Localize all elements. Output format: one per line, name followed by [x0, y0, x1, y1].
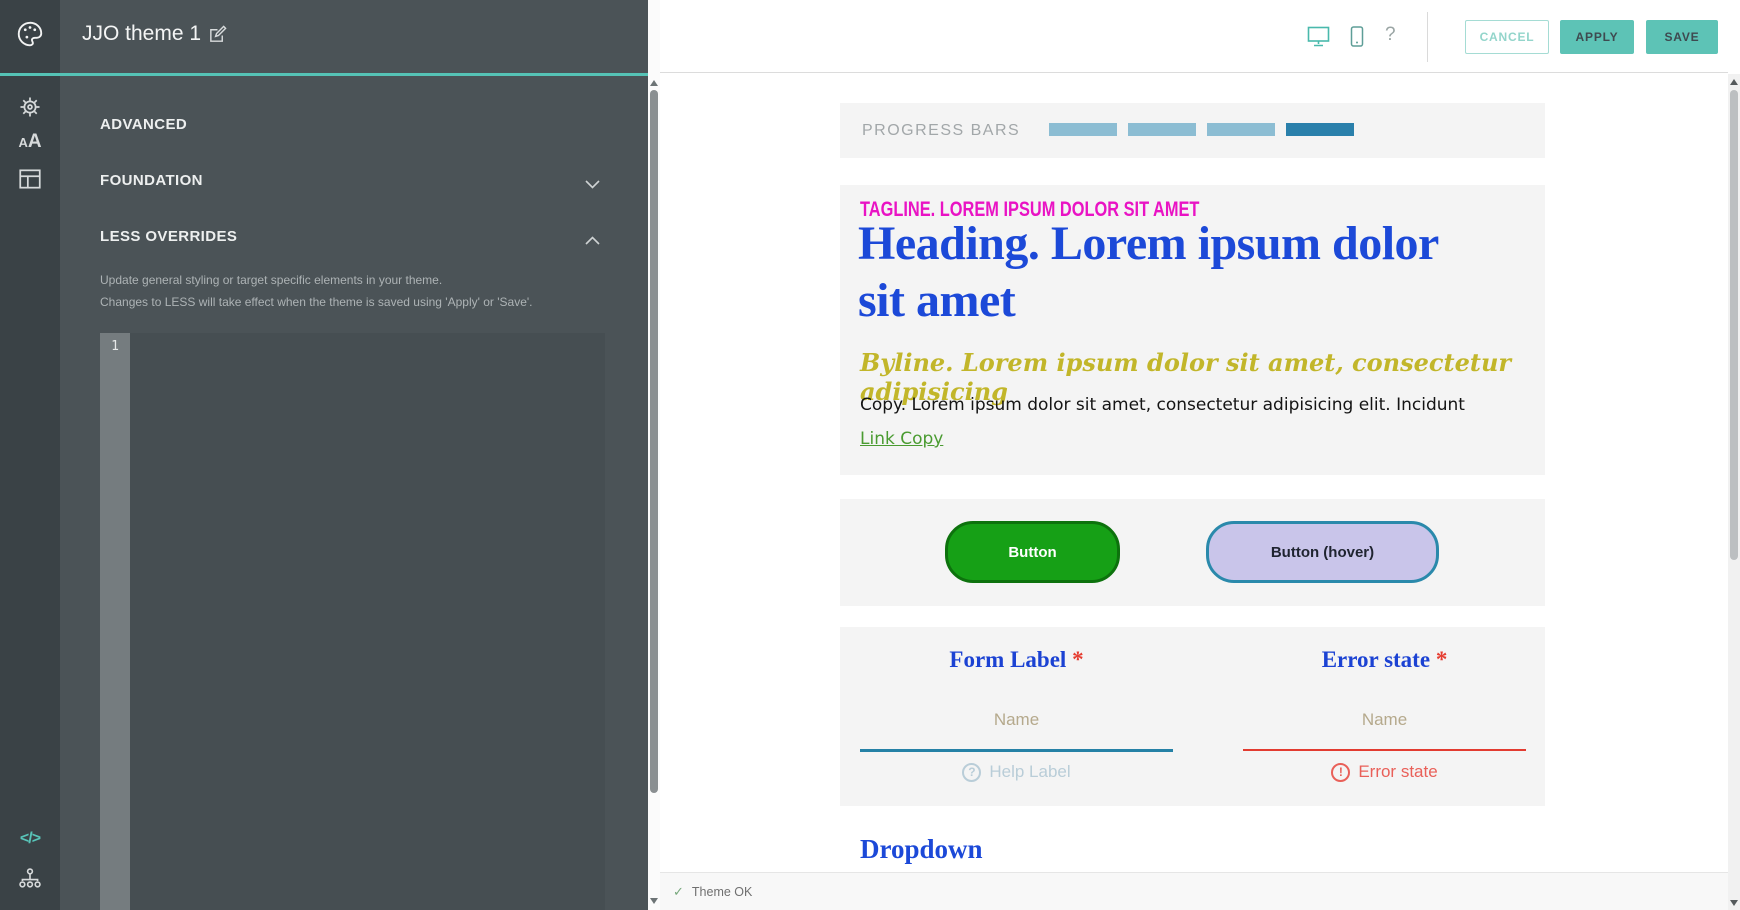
form-label-text: Form Label: [949, 647, 1066, 672]
error-row: ! Error state: [1243, 762, 1526, 782]
input-underline-error: [1243, 749, 1526, 751]
panel-scrollbar[interactable]: [648, 0, 660, 910]
form-label-text: Error state: [1322, 647, 1430, 672]
error-circle-icon: !: [1331, 763, 1350, 782]
panel-scroll-down-arrow[interactable]: [650, 898, 658, 904]
typography-icon-big-a: A: [28, 131, 42, 153]
theme-title: JJO theme 1: [82, 22, 201, 46]
buttons-card: Button Button (hover): [840, 499, 1545, 606]
preview-button-default[interactable]: Button: [945, 521, 1120, 583]
edit-title-icon[interactable]: [208, 25, 227, 49]
form-column-error: Error state * ! Error state: [1243, 627, 1526, 806]
check-icon: ✓: [673, 884, 684, 900]
panel-header: JJO theme 1: [60, 0, 648, 73]
editor-line-number: 1: [100, 339, 130, 354]
icon-rail: AA </>: [0, 0, 60, 910]
help-icon[interactable]: ?: [1385, 24, 1396, 46]
progress-bar: [1128, 123, 1196, 136]
chevron-up-icon: [585, 232, 600, 250]
form-card: Form Label * ? Help Label Error state *: [840, 627, 1545, 806]
cancel-button[interactable]: CANCEL: [1465, 20, 1549, 54]
progress-bar: [1049, 123, 1117, 136]
heading-text: Heading. Lorem ipsum dolor sit amet: [858, 215, 1458, 329]
section-foundation[interactable]: FOUNDATION: [60, 164, 648, 200]
less-note-line1: Update general styling or target specifi…: [100, 273, 442, 287]
code-icon-text: </>: [20, 830, 40, 848]
section-less-overrides-label: LESS OVERRIDES: [100, 228, 237, 245]
mobile-view-icon[interactable]: [1350, 26, 1364, 52]
help-row: ? Help Label: [860, 762, 1173, 782]
theme-editor-app: AA </> JJO theme 1: [0, 0, 1740, 910]
error-label-text: Error state: [1358, 762, 1437, 782]
name-input-error[interactable]: [1243, 703, 1526, 737]
section-advanced[interactable]: ADVANCED: [60, 108, 648, 144]
less-code-editor[interactable]: 1: [100, 333, 605, 910]
panel-scroll-up-arrow[interactable]: [650, 80, 658, 86]
typography-card: TAGLINE. LOREM IPSUM DOLOR SIT AMET Head…: [840, 185, 1545, 475]
desktop-view-icon[interactable]: [1307, 26, 1330, 52]
palette-icon[interactable]: [0, 12, 60, 56]
input-underline: [860, 749, 1173, 752]
save-button[interactable]: SAVE: [1646, 20, 1718, 54]
dropdown-heading: Dropdown: [860, 834, 983, 865]
help-circle-icon: ?: [962, 763, 981, 782]
sitemap-icon[interactable]: [0, 864, 60, 894]
progress-bar: [1207, 123, 1275, 136]
preview-scrollbar-thumb[interactable]: [1730, 90, 1738, 560]
layout-icon[interactable]: [0, 164, 60, 194]
editor-line-number-gutter: 1: [100, 333, 130, 910]
section-foundation-label: FOUNDATION: [100, 172, 203, 189]
link-copy[interactable]: Link Copy: [860, 429, 943, 449]
panel-scrollbar-thumb[interactable]: [650, 90, 658, 793]
code-icon[interactable]: </>: [0, 826, 60, 852]
help-label-text: Help Label: [989, 762, 1070, 782]
preview-button-hover[interactable]: Button (hover): [1206, 521, 1439, 583]
theme-preview-pane: ? CANCEL APPLY SAVE PROGRESS BARS TAGLIN…: [660, 0, 1728, 910]
preview-scrollbar[interactable]: [1728, 74, 1740, 910]
progress-bars-card: PROGRESS BARS: [840, 103, 1545, 158]
status-bar: ✓ Theme OK: [660, 872, 1728, 910]
panel-body: ADVANCED FOUNDATION LESS OVERRIDES Updat…: [60, 76, 648, 910]
required-asterisk: *: [1436, 647, 1448, 672]
apply-button[interactable]: APPLY: [1560, 20, 1634, 54]
less-note-line2: Changes to LESS will take effect when th…: [100, 295, 533, 309]
status-message: Theme OK: [692, 885, 752, 899]
editor-code-area[interactable]: [130, 333, 605, 910]
form-column-default: Form Label * ? Help Label: [860, 627, 1173, 806]
progress-bars-group: [1049, 123, 1354, 136]
name-input[interactable]: [860, 703, 1173, 737]
section-less-overrides[interactable]: LESS OVERRIDES: [60, 220, 648, 256]
typography-icon[interactable]: AA: [0, 128, 60, 156]
form-label: Error state *: [1243, 647, 1526, 673]
chevron-down-icon: [585, 176, 600, 194]
preview-scroll-down-arrow[interactable]: [1730, 900, 1738, 906]
panel-accent-line: [0, 73, 648, 76]
preview-toolbar: ? CANCEL APPLY SAVE: [660, 0, 1728, 73]
settings-gear-icon[interactable]: [0, 92, 60, 122]
copy-text: Copy. Lorem ipsum dolor sit amet, consec…: [860, 395, 1465, 415]
required-asterisk: *: [1072, 647, 1084, 672]
progress-bar: [1286, 123, 1354, 136]
section-advanced-label: ADVANCED: [100, 116, 187, 133]
toolbar-divider: [1427, 12, 1428, 62]
typography-icon-small-a: A: [18, 135, 27, 150]
form-label: Form Label *: [860, 647, 1173, 673]
preview-scroll-up-arrow[interactable]: [1730, 79, 1738, 85]
progress-bars-label: PROGRESS BARS: [862, 122, 1020, 140]
